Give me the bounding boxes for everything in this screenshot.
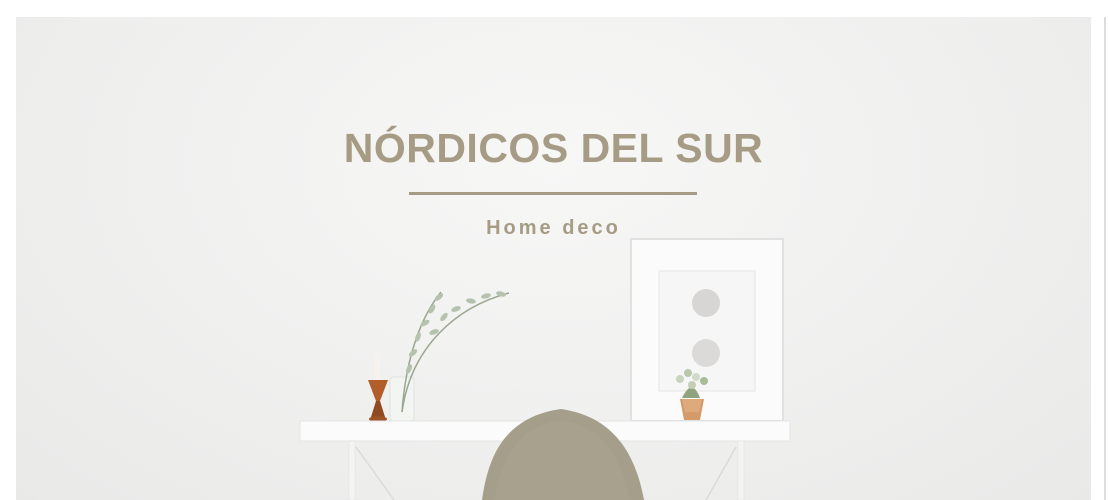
scrollbar-edge: [1091, 0, 1108, 500]
brand-title: NÓRDICOS DEL SUR: [343, 125, 764, 171]
title-divider: [409, 192, 697, 195]
eucalyptus-vase: [389, 291, 510, 422]
hero-banner: NÓRDICOS DEL SUR Home deco: [16, 17, 1091, 500]
brand-subtitle: Home deco: [486, 217, 621, 239]
candle-holder: [368, 354, 388, 422]
scene-photo: [299, 238, 791, 500]
framed-print: [630, 238, 784, 422]
